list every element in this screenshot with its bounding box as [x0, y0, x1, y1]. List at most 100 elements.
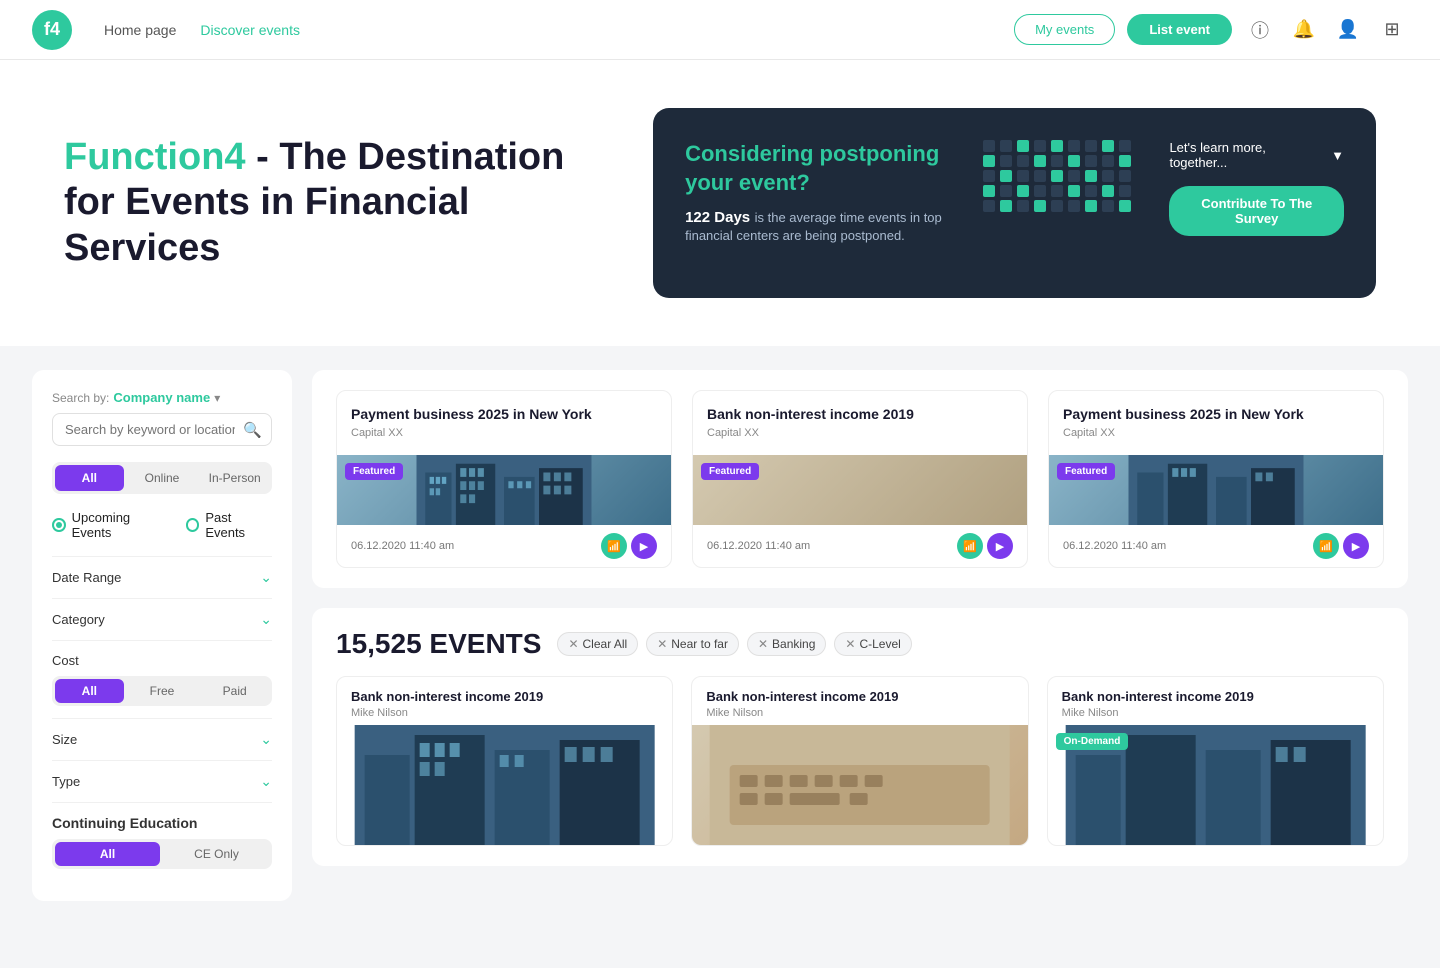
hero-section: Function4 - The Destination for Events i…	[0, 60, 1440, 346]
cost-section: Cost All Free Paid	[52, 640, 272, 718]
search-icon[interactable]: 🔍	[243, 421, 262, 439]
featured-card-2-play-icon[interactable]: ▶	[987, 533, 1013, 559]
featured-cards: Payment business 2025 in New York Capita…	[336, 390, 1384, 568]
my-events-button[interactable]: My events	[1014, 14, 1115, 45]
cost-tab-paid[interactable]: Paid	[200, 679, 269, 703]
info-icon[interactable]: ⓘ	[1244, 14, 1276, 46]
featured-card-2-icons: 📶 ▶	[957, 533, 1013, 559]
featured-card-3-date: 06.12.2020 11:40 am	[1063, 540, 1166, 552]
size-section[interactable]: Size ⌄	[52, 718, 272, 760]
search-input[interactable]	[52, 413, 272, 446]
search-by-value[interactable]: Company name	[113, 390, 210, 405]
brand-name: Function4	[64, 136, 246, 178]
clear-all-tag[interactable]: ✕ Clear All	[557, 632, 638, 656]
cost-label: Cost	[52, 653, 272, 668]
compare-icon[interactable]: ⊞	[1376, 14, 1408, 46]
cont-edu-filter: All CE Only	[52, 839, 272, 869]
list-card-2-org: Mike Nilson	[706, 707, 1013, 719]
navbar-actions: My events List event ⓘ 🔔 👤 ⊞	[1014, 14, 1408, 46]
list-card-2: Bank non-interest income 2019 Mike Nilso…	[691, 676, 1028, 846]
featured-card-3-footer: 06.12.2020 11:40 am 📶 ▶	[1049, 525, 1383, 567]
featured-card-1-date: 06.12.2020 11:40 am	[351, 540, 454, 552]
list-card-3-header: Bank non-interest income 2019 Mike Nilso…	[1048, 677, 1383, 725]
near-to-far-tag[interactable]: ✕ Near to far	[646, 632, 739, 656]
banner-title: Considering postponing your event?	[685, 140, 947, 197]
nav-links: Home page Discover events	[104, 22, 1014, 38]
survey-button[interactable]: Contribute To The Survey	[1169, 186, 1344, 236]
list-event-button[interactable]: List event	[1127, 14, 1232, 45]
clear-all-x-icon: ✕	[568, 637, 578, 651]
nav-home[interactable]: Home page	[104, 22, 176, 38]
list-card-3-org: Mike Nilson	[1062, 707, 1369, 719]
cost-filter: All Free Paid	[52, 676, 272, 706]
logo-icon: f4	[32, 10, 72, 50]
filter-tab-in-person[interactable]: In-Person	[200, 465, 269, 491]
continuing-education-section: Continuing Education All CE Only	[52, 802, 272, 881]
event-type-filter: All Online In-Person	[52, 462, 272, 494]
featured-card-2-wifi-icon[interactable]: 📶	[957, 533, 983, 559]
date-range-section[interactable]: Date Range ⌄	[52, 556, 272, 598]
upcoming-events-radio[interactable]: Upcoming Events	[52, 510, 170, 540]
featured-card-1-wifi-icon[interactable]: 📶	[601, 533, 627, 559]
search-input-wrap: 🔍	[52, 413, 272, 446]
events-grid: Bank non-interest income 2019 Mike Nilso…	[336, 676, 1384, 846]
list-card-2-header: Bank non-interest income 2019 Mike Nilso…	[692, 677, 1027, 725]
banking-tag[interactable]: ✕ Banking	[747, 632, 826, 656]
featured-card-3-wifi-icon[interactable]: 📶	[1313, 533, 1339, 559]
cost-tab-free[interactable]: Free	[128, 679, 197, 703]
featured-card-3-icons: 📶 ▶	[1313, 533, 1369, 559]
events-panel: Payment business 2025 in New York Capita…	[312, 370, 1408, 901]
featured-card-3-play-icon[interactable]: ▶	[1343, 533, 1369, 559]
list-card-3: Bank non-interest income 2019 Mike Nilso…	[1047, 676, 1384, 846]
bell-icon[interactable]: 🔔	[1288, 14, 1320, 46]
featured-card-1-footer: 06.12.2020 11:40 am 📶 ▶	[337, 525, 671, 567]
featured-badge-2: Featured	[701, 463, 759, 480]
list-card-3-image[interactable]: On-Demand	[1048, 725, 1383, 845]
featured-card-2-title: Bank non-interest income 2019	[707, 405, 1013, 423]
featured-card-3: Payment business 2025 in New York Capita…	[1048, 390, 1384, 568]
hero-banner: Considering postponing your event? 122 D…	[653, 108, 1376, 298]
filter-tab-online[interactable]: Online	[128, 465, 197, 491]
featured-card-1-header: Payment business 2025 in New York Capita…	[337, 391, 671, 455]
date-range-label: Date Range	[52, 570, 121, 585]
featured-card-1-play-icon[interactable]: ▶	[631, 533, 657, 559]
all-events-header: 15,525 EVENTS ✕ Clear All ✕ Near to far …	[336, 628, 1384, 660]
list-card-2-image[interactable]	[692, 725, 1027, 845]
search-by-chevron-icon: ▾	[214, 391, 220, 405]
search-by-label: Search by: Company name ▾	[52, 390, 272, 405]
featured-badge-1: Featured	[345, 463, 403, 480]
featured-card-3-image[interactable]: Featured	[1049, 455, 1383, 525]
cont-edu-label: Continuing Education	[52, 815, 272, 831]
list-card-3-title: Bank non-interest income 2019	[1062, 689, 1369, 704]
list-card-1-org: Mike Nilson	[351, 707, 658, 719]
featured-card-2-image[interactable]: Featured	[693, 455, 1027, 525]
past-events-radio[interactable]: Past Events	[186, 510, 272, 540]
featured-card-1-title: Payment business 2025 in New York	[351, 405, 657, 423]
hero-calendar	[971, 140, 1146, 220]
nav-discover[interactable]: Discover events	[200, 22, 300, 38]
size-label: Size	[52, 732, 77, 747]
featured-card-1-image[interactable]: Featured	[337, 455, 671, 525]
active-filters: ✕ Clear All ✕ Near to far ✕ Banking ✕ C-…	[557, 632, 911, 656]
cost-tab-all[interactable]: All	[55, 679, 124, 703]
list-card-1-header: Bank non-interest income 2019 Mike Nilso…	[337, 677, 672, 725]
cont-edu-tab-all[interactable]: All	[55, 842, 160, 866]
main-content: Search by: Company name ▾ 🔍 All Online I…	[0, 346, 1440, 925]
c-level-tag[interactable]: ✕ C-Level	[834, 632, 911, 656]
category-chevron-icon: ⌄	[260, 611, 272, 628]
all-events-section: 15,525 EVENTS ✕ Clear All ✕ Near to far …	[312, 608, 1408, 866]
user-icon[interactable]: 👤	[1332, 14, 1364, 46]
category-section[interactable]: Category ⌄	[52, 598, 272, 640]
cont-edu-tab-ce-only[interactable]: CE Only	[164, 842, 269, 866]
type-section[interactable]: Type ⌄	[52, 760, 272, 802]
list-card-1-image[interactable]	[337, 725, 672, 845]
size-chevron-icon: ⌄	[260, 731, 272, 748]
banking-x-icon: ✕	[758, 637, 768, 651]
navbar: f4 Home page Discover events My events L…	[0, 0, 1440, 60]
logo[interactable]: f4	[32, 10, 72, 50]
learn-more-dropdown[interactable]: Let's learn more, together... ▼	[1169, 140, 1344, 170]
filter-tab-all[interactable]: All	[55, 465, 124, 491]
past-radio-dot	[186, 518, 200, 532]
list-card-1-title: Bank non-interest income 2019	[351, 689, 658, 704]
featured-card-3-header: Payment business 2025 in New York Capita…	[1049, 391, 1383, 455]
